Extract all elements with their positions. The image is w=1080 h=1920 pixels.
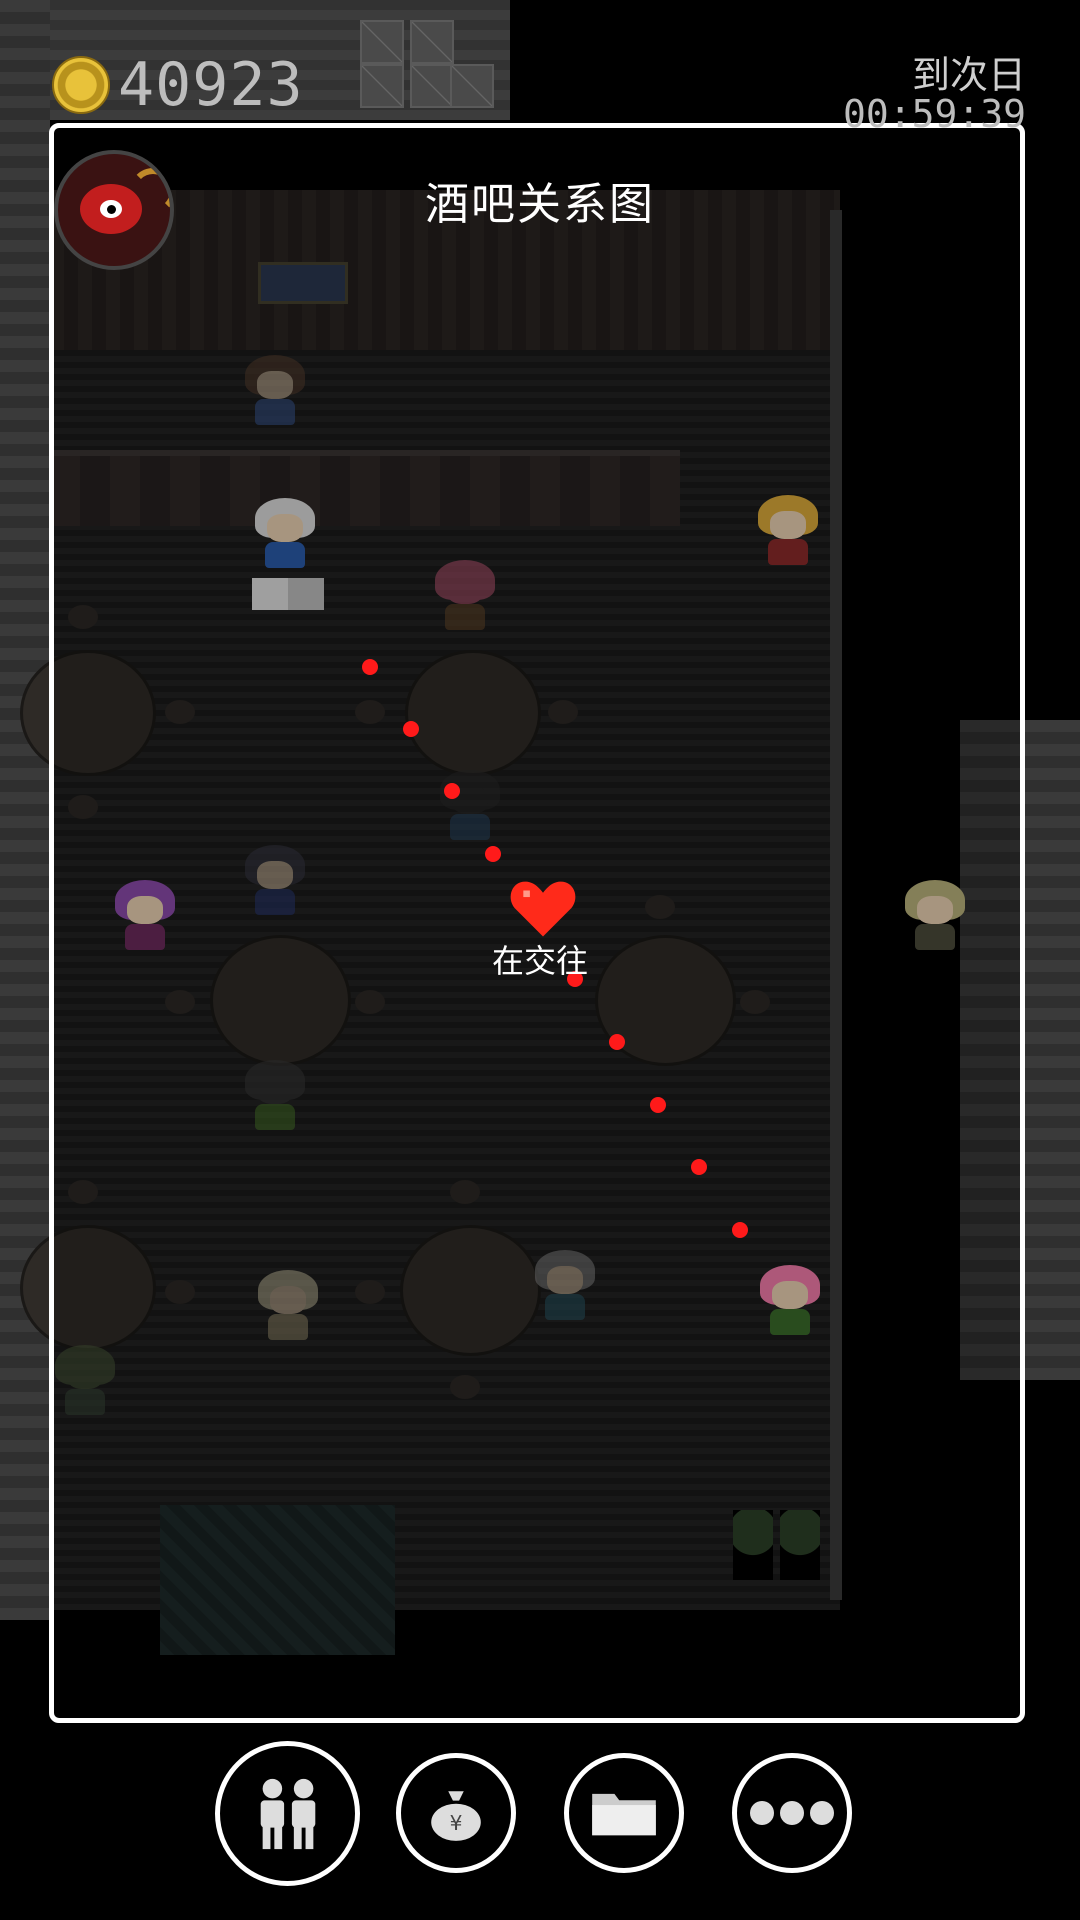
heart-icon [510,881,576,937]
crate [450,64,494,108]
money-bag-button[interactable]: ¥ [396,1753,516,1873]
coin-icon [52,56,110,114]
gold-amount: 40923 [118,50,304,120]
weibo-share-icon[interactable] [54,150,174,270]
money-bag-icon: ¥ [431,1791,481,1841]
svg-text:¥: ¥ [450,1811,463,1835]
left-corridor [0,0,50,1620]
relationship-dot [362,659,378,675]
relationship-dot [485,846,501,862]
folder-icon [592,1793,656,1836]
more-icon [750,1801,834,1825]
relationship-dot [650,1097,666,1113]
more-button[interactable] [732,1753,852,1873]
relationship-dot [732,1222,748,1238]
people-button[interactable] [215,1741,360,1886]
countdown-timer: 00:59:39 [842,92,1026,136]
crate [360,20,404,64]
panel-title: 酒吧关系图 [425,179,655,230]
relationship-dot [444,783,460,799]
crate [410,64,454,108]
relationship-status-label: 在交往 [491,942,588,980]
next-day-label: 到次日 [911,53,1026,97]
relationship-dot [609,1034,625,1050]
crate [360,64,404,108]
folder-button[interactable] [564,1753,684,1873]
relationship-dot [403,721,419,737]
relationship-dot [691,1159,707,1175]
people-icon [260,1778,315,1849]
crate [410,20,454,64]
